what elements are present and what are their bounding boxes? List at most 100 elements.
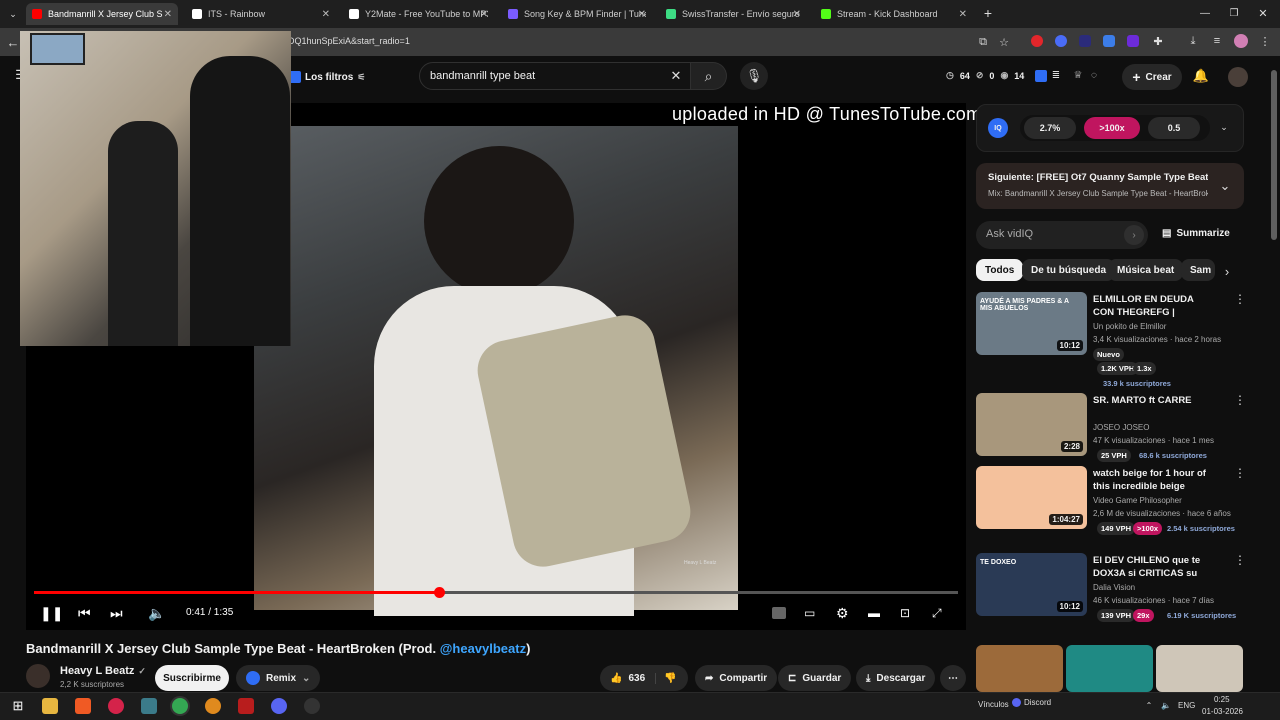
close-tab-icon[interactable]: ✕ <box>793 9 801 20</box>
extension-counter-icon[interactable] <box>1079 35 1091 47</box>
app-icon[interactable] <box>141 698 157 714</box>
progress-bar[interactable] <box>34 587 958 598</box>
scrubber-handle[interactable] <box>433 587 445 598</box>
settings-button[interactable]: ⚙ <box>836 604 849 622</box>
account-avatar[interactable] <box>1228 67 1248 87</box>
browser-tab[interactable]: Y2Mate - Free YouTube to MP3 ✕ <box>343 3 494 25</box>
subscribe-button[interactable]: Suscribirme <box>155 665 229 691</box>
browser-menu-icon[interactable]: ⋮ <box>1258 34 1272 48</box>
profile-avatar[interactable] <box>1234 34 1248 48</box>
chat-icon[interactable]: ◌ <box>1088 69 1100 81</box>
chip-sample[interactable]: Sam <box>1181 259 1215 281</box>
recommendation-title[interactable]: ELMILLOR EN DEUDA CON THEGREFG | COSCU I… <box>1093 293 1211 321</box>
cast-button[interactable]: ⊡ <box>900 604 910 622</box>
recommendation-channel[interactable]: Dalia Vision <box>1093 583 1135 592</box>
up-next-panel[interactable] <box>976 163 1244 209</box>
vidiq-player-button[interactable] <box>772 604 786 622</box>
file-explorer-icon[interactable] <box>42 698 58 714</box>
close-tab-icon[interactable]: ✕ <box>480 9 488 20</box>
minimize-icon[interactable]: — <box>1198 6 1212 20</box>
brave-icon[interactable] <box>75 698 91 714</box>
more-options-icon[interactable]: ⋮ <box>1234 466 1246 480</box>
close-tab-icon[interactable]: ✕ <box>638 9 646 20</box>
new-tab-button[interactable]: + <box>981 5 995 21</box>
page-scrollbar[interactable] <box>1271 70 1277 240</box>
channel-name[interactable]: Heavy L Beatz ✓ <box>60 665 146 677</box>
up-next-chevron-icon[interactable]: ⌄ <box>1218 178 1232 193</box>
language-indicator[interactable]: ENG <box>1178 701 1195 710</box>
more-actions-button[interactable]: ⋯ <box>940 665 966 691</box>
chip-all[interactable]: Todos <box>976 259 1024 281</box>
next-button[interactable]: ⏭ <box>110 604 123 622</box>
url-field[interactable]: DQ1hunSpExiA&start_radio=1 <box>288 36 410 46</box>
share-button[interactable]: ➦ Compartir <box>695 665 778 691</box>
media-control-icon[interactable]: ≡ <box>1210 34 1224 48</box>
discord-icon[interactable] <box>271 698 287 714</box>
browser-tab[interactable]: Song Key & BPM Finder | Tune ✕ <box>502 3 652 25</box>
links-label[interactable]: Vínculos <box>978 700 1009 709</box>
fullscreen-button[interactable]: ⤢ <box>932 604 942 622</box>
notifications-bell-icon[interactable]: 🔔 <box>1193 68 1209 84</box>
download-icon[interactable]: ⤓ <box>1186 34 1200 48</box>
close-tab-icon[interactable]: ✕ <box>164 9 172 20</box>
clear-search-icon[interactable]: ✕ <box>668 68 684 84</box>
app-icon[interactable] <box>238 698 254 714</box>
browser-tab[interactable]: Stream - Kick Dashboard ✕ <box>815 3 973 25</box>
channel-avatar[interactable] <box>26 664 50 688</box>
subtitles-button[interactable]: ▭ <box>804 604 815 622</box>
chips-next-icon[interactable]: › <box>1220 264 1234 279</box>
shorts-thumbnail[interactable] <box>976 645 1063 692</box>
recommendation-channel[interactable]: JOSEO JOSEO <box>1093 423 1149 432</box>
bookmark-star-icon[interactable]: ☆ <box>997 35 1011 49</box>
extension-purple-icon[interactable] <box>1127 35 1139 47</box>
close-tab-icon[interactable]: ✕ <box>959 9 967 20</box>
chip-music-beat[interactable]: Música beat <box>1108 259 1184 281</box>
summarize-button[interactable]: ▤ Summarize <box>1162 228 1230 239</box>
chrome-icon[interactable] <box>172 698 188 714</box>
recommendation-title[interactable]: El DEV CHILENO que te DOX3A si CRITICAS … <box>1093 554 1211 582</box>
save-button[interactable]: ⊏ Guardar <box>778 665 852 691</box>
like-button[interactable]: 👍 636 👎 <box>600 665 688 691</box>
shorts-thumbnail[interactable] <box>1156 645 1243 692</box>
video-thumbnail[interactable]: TE DOXEO 10:12 <box>976 553 1087 616</box>
volume-tray-icon[interactable]: 🔈 <box>1160 700 1172 710</box>
video-thumbnail[interactable]: 1:04:27 <box>976 466 1087 529</box>
thumbs-down-icon[interactable]: 👎 <box>655 672 677 684</box>
restore-icon[interactable]: ❐ <box>1227 6 1241 20</box>
video-thumbnail[interactable]: 2:28 <box>976 393 1087 456</box>
recommendation-title[interactable]: watch beige for 1 hour of this incredibl… <box>1093 467 1211 495</box>
windows-start-icon[interactable]: ⊞ <box>10 698 26 714</box>
theater-button[interactable]: ▬ <box>868 604 880 622</box>
search-input[interactable]: bandmanrill type beat <box>419 62 691 90</box>
extensions-puzzle-icon[interactable]: ✚ <box>1151 34 1165 48</box>
vidiq-icon[interactable] <box>1035 70 1047 82</box>
recommendation-channel[interactable]: Un pokito de Elmillor <box>1093 322 1166 331</box>
more-options-icon[interactable]: ⋮ <box>1234 553 1246 567</box>
search-button[interactable]: ⌕ <box>691 62 727 90</box>
recommendation-channel[interactable]: Video Game Philosopher <box>1093 496 1182 505</box>
browser-tab[interactable]: Bandmanrill X Jersey Club S ✕ <box>26 3 178 25</box>
extension-translate-icon[interactable] <box>1103 35 1115 47</box>
vidiq-expand-icon[interactable]: ⌄ <box>1218 121 1230 133</box>
trophy-icon[interactable]: ♕ <box>1072 69 1084 81</box>
back-icon[interactable]: ← <box>6 35 20 50</box>
browser-tab[interactable]: SwissTransfer - Envío seguro y g ✕ <box>660 3 807 25</box>
remix-button[interactable]: Remix ⌄ <box>236 665 321 691</box>
discord-tray[interactable]: Discord <box>1012 698 1051 707</box>
clock-time[interactable]: 0:25 <box>1214 695 1230 704</box>
recommendation-title[interactable]: SR. MARTO ft CARRE <box>1093 394 1211 407</box>
create-button[interactable]: + Crear <box>1122 64 1182 90</box>
tab-search-icon[interactable]: ⌄ <box>6 7 20 21</box>
volume-button[interactable]: 🔈 <box>148 604 165 622</box>
download-button[interactable]: ⤓ Descargar <box>856 665 936 691</box>
tray-chevron-icon[interactable]: ⌃ <box>1144 700 1154 710</box>
video-title-link[interactable]: @heavylbeatz <box>440 641 526 656</box>
browser-tab[interactable]: ITS - Rainbow ✕ <box>186 3 336 25</box>
extension-red-icon[interactable] <box>1031 35 1043 47</box>
recommendation-card[interactable]: TE DOXEO 10:12 El DEV CHILENO que te DOX3A… <box>976 553 1266 643</box>
ask-vidiq-input[interactable]: Ask vidIQ <box>976 221 1148 249</box>
video-thumbnail[interactable]: AYUDÉ A MIS PADRES & A MIS ABUELOS 10:12 <box>976 292 1087 355</box>
media-player-icon[interactable] <box>108 698 124 714</box>
close-tab-icon[interactable]: ✕ <box>322 9 330 20</box>
close-window-icon[interactable]: ✕ <box>1256 6 1270 20</box>
